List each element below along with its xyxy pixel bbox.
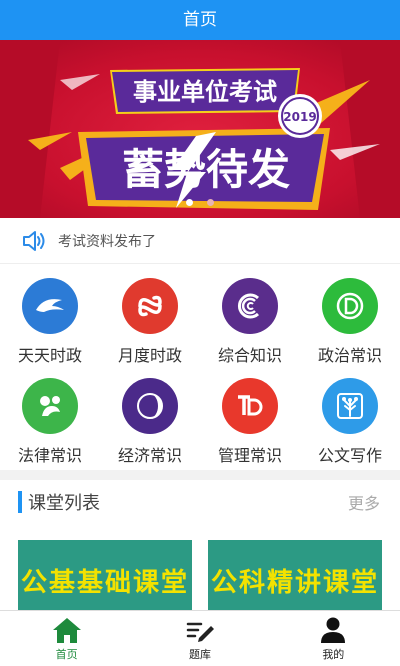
section-title: 课堂列表 — [18, 489, 100, 515]
pen-list-icon — [186, 622, 214, 642]
banner-slogan: 蓄势待发 — [122, 145, 290, 194]
d-letter-icon — [322, 278, 378, 334]
banner-carousel[interactable]: 2019 事业单位考试 蓄势待发 — [0, 40, 400, 218]
category-label: 法律常识 — [17, 446, 82, 465]
notice-bar[interactable]: 考试资料发布了 — [0, 218, 400, 264]
section-divider — [0, 470, 400, 480]
tree-icon — [322, 378, 378, 434]
category-item-monthly-news[interactable]: 月度时政 — [100, 270, 200, 370]
rings-icon — [122, 378, 178, 434]
notice-text: 考试资料发布了 — [58, 233, 156, 250]
tab-label: 题库 — [188, 647, 211, 661]
category-label: 月度时政 — [117, 346, 182, 365]
speaker-icon — [23, 230, 45, 251]
category-item-politics[interactable]: 政治常识 — [300, 270, 400, 370]
carousel-dot-2[interactable] — [206, 199, 214, 206]
category-label: 经济常识 — [117, 446, 182, 465]
section-accent-bar — [18, 491, 22, 513]
category-item-daily-news[interactable]: 天天时政 — [0, 270, 100, 370]
app-screen: 首页 2019 事业单位考试 蓄势待发 考试资料发布了 天天时政 月度时政 综合… — [0, 0, 400, 666]
more-link[interactable]: 更多 — [348, 490, 380, 514]
tab-label: 我的 — [322, 647, 345, 661]
category-item-economics[interactable]: 经济常识 — [100, 370, 200, 470]
category-label: 政治常识 — [317, 346, 382, 365]
user-icon — [321, 617, 346, 643]
category-label: 天天时政 — [17, 346, 82, 365]
course-list: 公基基础课堂 公科精讲课堂 — [0, 524, 400, 620]
category-label: 管理常识 — [217, 446, 282, 465]
category-label: 公文写作 — [317, 446, 382, 465]
tab-home[interactable]: 首页 — [0, 611, 133, 666]
category-label: 综合知识 — [217, 346, 282, 365]
page-title: 首页 — [183, 10, 217, 30]
tab-question-bank[interactable]: 题库 — [133, 611, 266, 666]
carousel-dots — [0, 191, 400, 210]
home-icon — [52, 617, 81, 643]
tab-profile[interactable]: 我的 — [267, 611, 400, 666]
category-item-law[interactable]: 法律常识 — [0, 370, 100, 470]
category-item-management[interactable]: 管理常识 — [200, 370, 300, 470]
carousel-dot-1[interactable] — [186, 199, 194, 206]
section-title-text: 课堂列表 — [28, 493, 100, 514]
leaf-icon — [22, 378, 78, 434]
category-item-general-knowledge[interactable]: 综合知识 — [200, 270, 300, 370]
category-item-official-writing[interactable]: 公文写作 — [300, 370, 400, 470]
swirl-c-icon — [222, 278, 278, 334]
td-letter-icon — [222, 378, 278, 434]
banner-year: 2019 — [283, 110, 316, 124]
top-bar: 首页 — [0, 0, 400, 40]
dolphin-icon — [22, 278, 78, 334]
tab-label: 首页 — [55, 647, 78, 661]
course-list-header: 课堂列表 更多 — [0, 480, 400, 524]
category-grid: 天天时政 月度时政 综合知识 政治常识 法律常识 经济常识 管理常识 公文写作 — [0, 264, 400, 470]
course-card[interactable]: 公基基础课堂 — [18, 540, 192, 620]
bottom-tab-bar: 首页 题库 我的 — [0, 610, 400, 666]
infinity-icon — [122, 278, 178, 334]
course-card[interactable]: 公科精讲课堂 — [208, 540, 382, 620]
banner-headline: 事业单位考试 — [133, 78, 277, 106]
